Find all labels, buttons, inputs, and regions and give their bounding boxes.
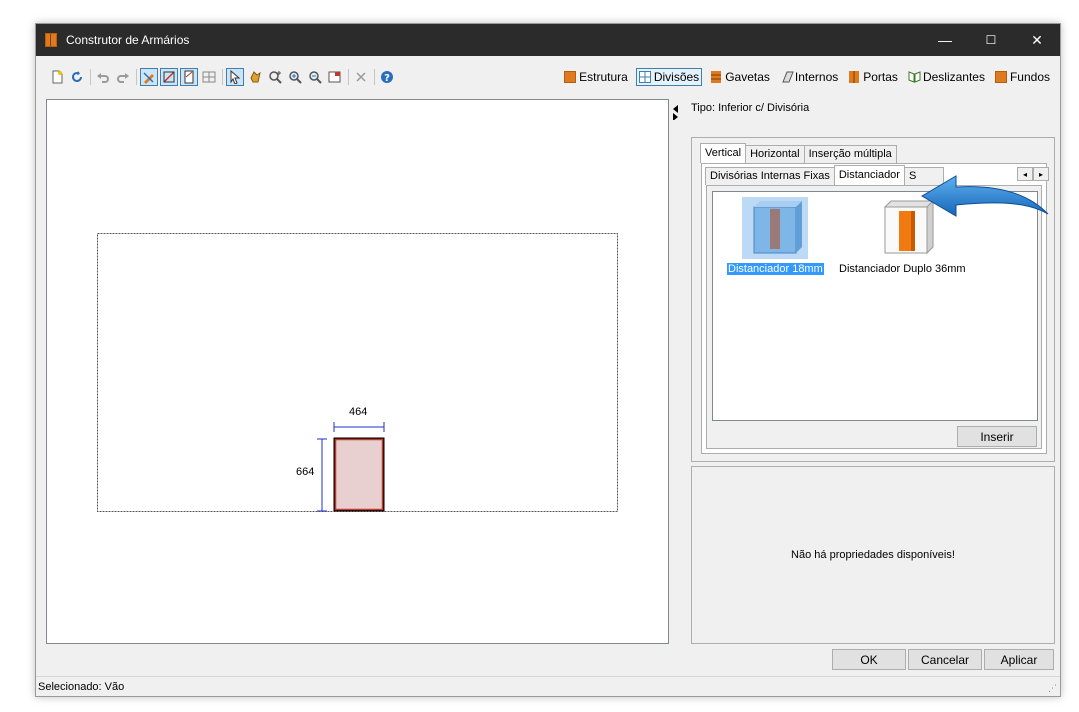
toolbar: ? Estrutura Divisões Gavetas Internos Po… (36, 56, 1060, 96)
help-icon[interactable]: ? (378, 68, 396, 86)
measure-tool-icon[interactable] (160, 68, 178, 86)
maximize-button[interactable]: ☐ (968, 24, 1014, 56)
delete-x-icon[interactable] (352, 68, 370, 86)
main-tabs: Vertical Horizontal Inserção múltipla (700, 143, 897, 163)
subtab-divisorias-internas-fixas[interactable]: Divisórias Internas Fixas (705, 167, 835, 185)
select-pointer-icon[interactable] (226, 68, 244, 86)
list-item[interactable]: Distanciador 18mm (727, 197, 824, 275)
mode-divisoes[interactable]: Divisões (635, 68, 703, 86)
title-bar: Construtor de Armários — ☐ ✕ (36, 24, 1060, 56)
callout-arrow-icon (921, 175, 1049, 217)
mode-bar: Estrutura Divisões Gavetas Internos Port… (562, 67, 1052, 87)
no-properties-message: Não há propriedades disponíveis! (791, 549, 955, 561)
new-document-icon[interactable] (48, 68, 66, 86)
tab-horizontal[interactable]: Horizontal (745, 145, 805, 163)
mode-portas[interactable]: Portas (846, 69, 900, 85)
tipo-label: Tipo: Inferior c/ Divisória (691, 102, 810, 114)
subtab-distanciador[interactable]: Distanciador (833, 165, 905, 185)
mode-internos[interactable]: Internos (778, 69, 840, 85)
redo-icon[interactable] (114, 68, 132, 86)
insert-button[interactable]: Inserir (957, 426, 1037, 447)
close-button[interactable]: ✕ (1014, 24, 1060, 56)
cabinet-app-icon (45, 33, 57, 47)
mode-gavetas[interactable]: Gavetas (708, 69, 772, 85)
spacer-18mm-icon (742, 197, 809, 259)
zoom-out-icon[interactable] (306, 68, 324, 86)
cabinet-structure-icon (564, 71, 577, 83)
tab-insercao-multipla[interactable]: Inserção múltipla (803, 145, 897, 163)
frame-tool-icon[interactable] (180, 68, 198, 86)
grid-divisions-icon (638, 71, 651, 83)
distanciador-panel: Distanciador 18mm Distanciador Duplo 36m… (706, 185, 1042, 449)
dimension-pen-icon[interactable] (140, 68, 158, 86)
selected-space (334, 438, 384, 511)
mode-estrutura[interactable]: Estrutura (562, 69, 630, 85)
mode-fundos[interactable]: Fundos (993, 69, 1052, 85)
refresh-icon[interactable] (68, 68, 86, 86)
resize-grip-icon[interactable]: ⋰ (1048, 683, 1057, 694)
cancel-button[interactable]: Cancelar (908, 649, 982, 670)
height-dimension-label: 664 (296, 466, 315, 478)
status-text: Selecionado: Vão (38, 681, 125, 693)
mode-deslizantes[interactable]: Deslizantes (906, 69, 987, 85)
ok-button[interactable]: OK (832, 649, 906, 670)
panel-collapse-icon[interactable] (671, 104, 681, 120)
door-icon (848, 71, 860, 83)
drawer-icon (710, 71, 722, 83)
width-dimension-label: 464 (349, 406, 368, 418)
cabinet-builder-window: Construtor de Armários — ☐ ✕ ? Estrutura… (35, 23, 1061, 697)
status-bar: Selecionado: Vão ⋰ (36, 676, 1060, 696)
window-title: Construtor de Armários (66, 33, 190, 47)
drawing-canvas[interactable]: 464 664 (46, 99, 669, 644)
sliding-door-icon (908, 71, 921, 83)
apply-button[interactable]: Aplicar (984, 649, 1054, 670)
cabinet-drawing (97, 233, 618, 512)
minimize-button[interactable]: — (922, 24, 968, 56)
properties-panel: Não há propriedades disponíveis! (691, 466, 1055, 644)
tab-vertical[interactable]: Vertical (700, 143, 747, 163)
spacer-list: Distanciador 18mm Distanciador Duplo 36m… (712, 191, 1038, 421)
pan-hand-icon[interactable] (246, 68, 264, 86)
grid-icon[interactable] (200, 68, 218, 86)
undo-icon[interactable] (94, 68, 112, 86)
zoom-extents-icon[interactable] (266, 68, 284, 86)
internal-panel-icon (780, 71, 794, 83)
zoom-in-icon[interactable] (286, 68, 304, 86)
sub-tabs: Divisórias Internas Fixas Distanciador S (705, 165, 944, 185)
back-panel-icon (994, 71, 1007, 83)
zoom-window-icon[interactable] (326, 68, 344, 86)
svg-text:?: ? (384, 73, 390, 84)
